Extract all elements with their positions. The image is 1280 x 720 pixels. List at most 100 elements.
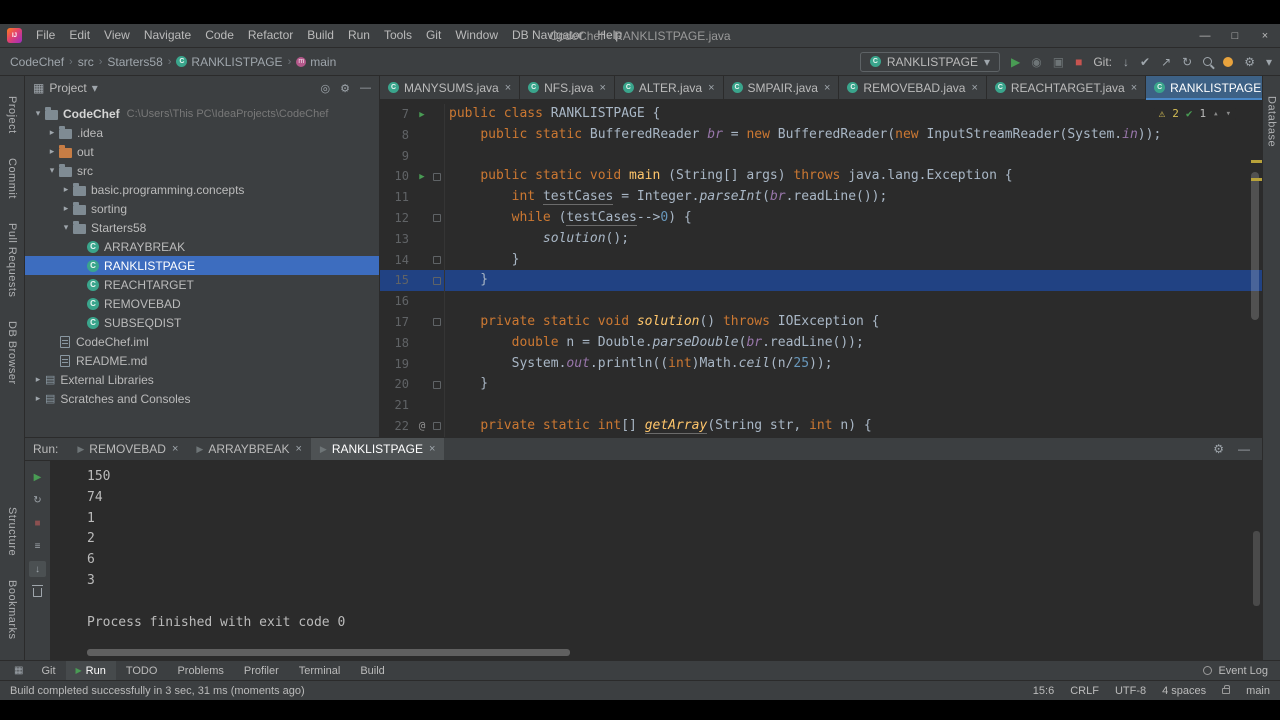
tree-item-arraybreak[interactable]: C ARRAYBREAK — [25, 237, 379, 256]
tree-item-codechef-iml[interactable]: CodeChef.iml — [25, 332, 379, 351]
menu-navigate[interactable]: Navigate — [137, 24, 198, 47]
stop-button[interactable]: ■ — [1075, 56, 1082, 68]
tree-item-src[interactable]: ▾ src — [25, 161, 379, 180]
code-line-8[interactable]: 8 public static BufferedReader br = new … — [380, 124, 1262, 146]
tool-button-pull-requests[interactable]: Pull Requests — [6, 223, 18, 297]
run-tab-arraybreak[interactable]: ▶ ARRAYBREAK × — [187, 438, 311, 460]
menu-window[interactable]: Window — [448, 24, 505, 47]
code-line-17[interactable]: 17 private static void solution() throws… — [380, 311, 1262, 333]
editor-scrollbar[interactable] — [1251, 172, 1259, 320]
gear-icon[interactable]: ⚙ — [1213, 442, 1224, 456]
line-number[interactable]: 11 — [380, 187, 414, 208]
editor-tab-nfs-java[interactable]: C NFS.java × — [520, 75, 615, 100]
prev-problem-icon[interactable]: ▴ — [1213, 109, 1218, 119]
console-hscrollbar[interactable] — [87, 649, 570, 656]
settings-gear-icon[interactable]: ⚙ — [1244, 56, 1255, 68]
close-icon[interactable]: × — [1131, 82, 1137, 94]
line-number[interactable]: 18 — [380, 333, 414, 354]
code-line-21[interactable]: 21 — [380, 395, 1262, 416]
code-line-10[interactable]: 10 ▶ public static void main (String[] ar… — [380, 166, 1262, 188]
close-icon[interactable]: × — [971, 82, 977, 94]
tree-item-basic-programming-concepts[interactable]: ▸ basic.programming.concepts — [25, 180, 379, 199]
minimize-icon[interactable]: — — [1190, 24, 1220, 47]
warning-stripe-mark[interactable] — [1251, 160, 1262, 163]
tree-arrow-icon[interactable]: ▸ — [59, 184, 73, 195]
line-number[interactable]: 17 — [380, 312, 414, 333]
run-tab-ranklistpage[interactable]: ▶ RANKLISTPAGE × — [310, 438, 445, 460]
menu-tools[interactable]: Tools — [377, 24, 419, 47]
caret-position[interactable]: 15:6 — [1033, 685, 1054, 697]
tree-item-out[interactable]: ▸ out — [25, 142, 379, 161]
menu-file[interactable]: File — [29, 24, 62, 47]
editor-tab-manysums-java[interactable]: C MANYSUMS.java × — [380, 75, 521, 100]
tool-button-database[interactable]: Database — [1266, 96, 1278, 147]
editor-tab-smpair-java[interactable]: C SMPAIR.java × — [724, 75, 840, 100]
close-icon[interactable]: × — [824, 82, 830, 94]
stop-icon[interactable]: ■ — [29, 515, 46, 531]
line-number[interactable]: 9 — [380, 146, 414, 167]
toolbar-chevron-icon[interactable]: ▾ — [1266, 56, 1272, 68]
fold-marker-icon[interactable] — [433, 318, 441, 327]
run-gutter-icon[interactable]: ▶ — [419, 172, 424, 182]
locate-file-icon[interactable]: ◎ — [321, 82, 331, 95]
inspections-widget[interactable]: ⚠ 2 ✔ 1 ▴ ▾ — [1153, 106, 1236, 121]
line-number[interactable]: 8 — [380, 125, 414, 146]
tree-item-ranklistpage[interactable]: C RANKLISTPAGE — [25, 256, 379, 275]
tree-item-reachtarget[interactable]: C REACHTARGET — [25, 275, 379, 294]
fold-marker-icon[interactable] — [433, 172, 441, 181]
breadcrumb-item-ranklistpage[interactable]: C RANKLISTPAGE — [174, 55, 284, 69]
indent-setting[interactable]: 4 spaces — [1162, 685, 1206, 697]
maximize-icon[interactable]: □ — [1220, 24, 1250, 47]
tree-arrow-icon[interactable]: ▸ — [45, 127, 59, 138]
menu-code[interactable]: Code — [198, 24, 241, 47]
menu-build[interactable]: Build — [300, 24, 341, 47]
rerun-icon[interactable]: ▶ — [29, 469, 46, 485]
breadcrumb-item-starters58[interactable]: Starters58 — [105, 55, 164, 69]
toolwindow-button-problems[interactable]: Problems — [167, 661, 233, 680]
editor-tab-removebad-java[interactable]: C REMOVEBAD.java × — [839, 75, 987, 100]
menu-run[interactable]: Run — [341, 24, 377, 47]
breadcrumb-item-codechef[interactable]: CodeChef — [8, 55, 66, 69]
tree-item-subseqdist[interactable]: C SUBSEQDIST — [25, 313, 379, 332]
fold-marker-icon[interactable] — [433, 380, 441, 389]
toolwindow-button-build[interactable]: Build — [350, 661, 394, 680]
git-branch[interactable]: main — [1246, 685, 1270, 697]
fold-marker-icon[interactable] — [433, 276, 441, 285]
code-line-7[interactable]: 7 ▶ public class RANKLISTPAGE { — [380, 104, 1262, 125]
fold-marker-icon[interactable] — [433, 422, 441, 431]
tree-arrow-icon[interactable]: ▸ — [59, 203, 73, 214]
tree-item-removebad[interactable]: C REMOVEBAD — [25, 294, 379, 313]
line-number[interactable]: 14 — [380, 250, 414, 271]
code-line-19[interactable]: 19 System.out.println((int)Math.ceil(n/2… — [380, 353, 1262, 375]
line-number[interactable]: 12 — [380, 208, 414, 229]
hide-panel-icon[interactable]: — — [360, 82, 371, 95]
run-gutter-icon[interactable]: ▶ — [419, 110, 424, 120]
menu-git[interactable]: Git — [419, 24, 448, 47]
run-tab-removebad[interactable]: ▶ REMOVEBAD × — [68, 438, 187, 460]
breadcrumb-item-src[interactable]: src — [76, 55, 96, 69]
code-line-16[interactable]: 16 — [380, 291, 1262, 312]
close-icon[interactable]: × — [708, 82, 714, 94]
code-line-22[interactable]: 22 @ private static int[] getArray(String… — [380, 415, 1262, 437]
code-line-9[interactable]: 9 — [380, 145, 1262, 167]
event-log-button[interactable]: Event Log — [1203, 665, 1274, 677]
tool-button-bookmarks[interactable]: Bookmarks — [6, 580, 18, 640]
tree-item-codechef[interactable]: ▾ CodeChef C:\Users\This PC\IdeaProjects\C… — [25, 104, 379, 123]
code-line-15[interactable]: 15 } — [380, 270, 1262, 292]
line-number[interactable]: 10 — [380, 166, 414, 187]
code-line-12[interactable]: 12 while (testCases-->0) { — [380, 207, 1262, 229]
tree-item-external-libraries[interactable]: ▸ ▤ External Libraries — [25, 370, 379, 389]
code-editor[interactable]: 7 ▶ public class RANKLISTPAGE {8 public st… — [380, 100, 1262, 437]
tool-button-project[interactable]: Project — [6, 96, 18, 134]
scroll-to-end-icon[interactable]: ↓ — [29, 561, 46, 577]
line-number[interactable]: 21 — [380, 395, 414, 416]
tree-arrow-icon[interactable]: ▸ — [31, 374, 45, 385]
push-icon[interactable]: ↗ — [1161, 56, 1171, 68]
tree-arrow-icon[interactable]: ▾ — [45, 165, 59, 176]
code-line-20[interactable]: 20 } — [380, 374, 1262, 396]
toolwindow-button-profiler[interactable]: Profiler — [234, 661, 289, 680]
tree-item-starters58[interactable]: ▾ Starters58 — [25, 218, 379, 237]
code-line-18[interactable]: 18 double n = Double.parseDouble(br.read… — [380, 332, 1262, 354]
tree-arrow-icon[interactable]: ▸ — [31, 393, 45, 404]
code-line-11[interactable]: 11 int testCases = Integer.parseInt(br.r… — [380, 187, 1262, 208]
